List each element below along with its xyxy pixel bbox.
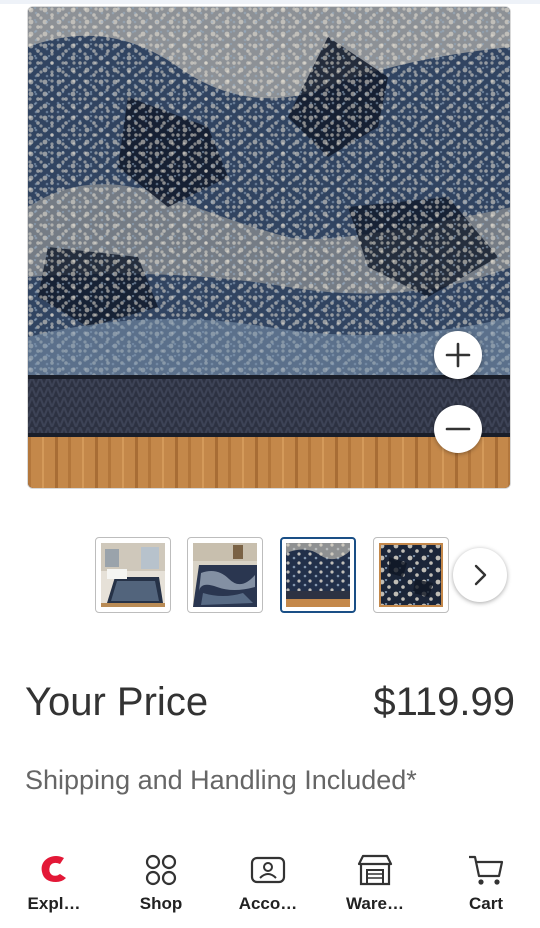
zoom-in-button[interactable]: [434, 331, 482, 379]
nav-shop[interactable]: Shop: [111, 852, 211, 922]
thumbnail-room[interactable]: [95, 537, 171, 613]
plus-icon: [445, 342, 471, 368]
rug-edge-thumbnail-image: [286, 543, 350, 607]
cart-icon: [469, 855, 504, 885]
bottom-navigation: Expl… Shop Acco… Ware… Cart: [0, 840, 540, 928]
top-bar: [0, 0, 540, 4]
nav-shop-label: Shop: [139, 894, 183, 913]
nav-warehouse-label: Ware…: [346, 894, 404, 913]
costco-logo-icon: [41, 856, 66, 882]
nav-cart[interactable]: Cart: [436, 852, 536, 922]
nav-cart-label: Cart: [468, 894, 503, 913]
room-thumbnail-image: [101, 543, 165, 607]
thumbnail-next-button[interactable]: [453, 548, 507, 602]
product-main-image[interactable]: [27, 6, 511, 489]
zoom-out-button[interactable]: [434, 405, 482, 453]
grid-icon: [145, 854, 177, 886]
minus-icon: [445, 427, 471, 431]
nav-warehouse[interactable]: Ware…: [325, 852, 425, 922]
shipping-note: Shipping and Handling Included*: [25, 765, 417, 795]
rug-floor-thumbnail-image: [193, 543, 257, 607]
thumbnail-rug-floor[interactable]: [187, 537, 263, 613]
account-icon: [250, 856, 286, 884]
nav-explore-label: Expl…: [27, 894, 81, 913]
price-row: Your Price $119.99: [25, 676, 515, 728]
chevron-right-icon: [474, 564, 487, 586]
nav-account-label: Acco…: [238, 894, 298, 913]
rug-pattern-thumbnail-image: [379, 543, 443, 607]
nav-explore[interactable]: Expl…: [4, 852, 104, 922]
thumbnail-rug-edge[interactable]: [280, 537, 356, 613]
nav-account[interactable]: Acco…: [218, 852, 318, 922]
price-value: $119.99: [373, 680, 515, 724]
price-label: Your Price: [25, 680, 209, 724]
thumbnail-rug-pattern[interactable]: [373, 537, 449, 613]
warehouse-icon: [357, 854, 393, 886]
